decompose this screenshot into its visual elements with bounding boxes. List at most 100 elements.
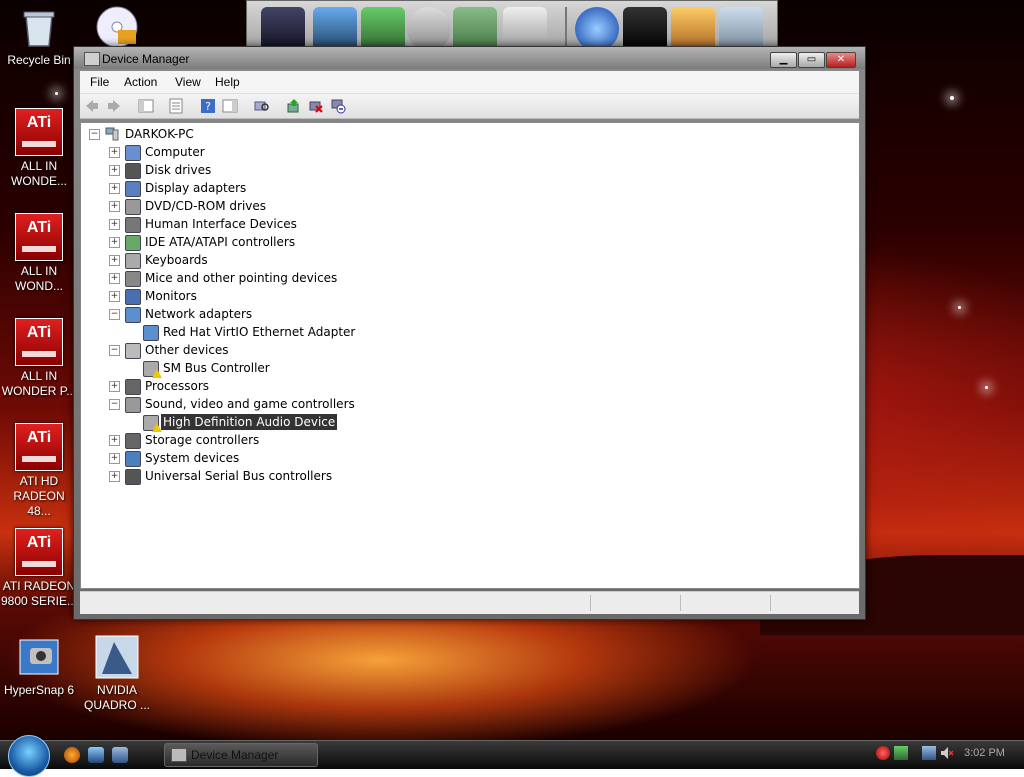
system-clock[interactable]: 3:02 PM xyxy=(964,747,1005,759)
menu-view[interactable]: View xyxy=(175,75,201,89)
tree-item-label: DVD/CD-ROM drives xyxy=(145,199,267,213)
maximize-button[interactable]: ▭ xyxy=(798,52,825,68)
expand-expander[interactable]: + xyxy=(109,273,120,284)
desktop-icon-all-in-wonder-pro[interactable]: ATi ALL IN WONDER P... xyxy=(0,318,78,399)
window-title: Device Manager xyxy=(102,52,190,66)
tree-item-label: SM Bus Controller xyxy=(163,361,270,375)
pictures-icon[interactable] xyxy=(453,7,497,51)
switch-windows-icon[interactable] xyxy=(112,747,128,763)
start-button[interactable] xyxy=(8,735,50,777)
documents-icon[interactable] xyxy=(361,7,405,51)
recycle-bin-icon[interactable] xyxy=(719,7,763,51)
status-bar xyxy=(80,591,859,614)
tree-item-label: Other devices xyxy=(145,343,229,357)
expand-expander[interactable]: + xyxy=(109,255,120,266)
expand-expander[interactable]: + xyxy=(109,471,120,482)
desktop-icon-label: Recycle Bin xyxy=(7,53,71,67)
scan-hardware-changes-icon[interactable] xyxy=(254,98,270,114)
svg-text:?: ? xyxy=(205,100,211,113)
show-hide-action-pane-icon[interactable] xyxy=(222,98,238,114)
display-tray-icon[interactable] xyxy=(922,746,936,760)
volume-muted-icon[interactable] xyxy=(940,746,954,760)
expand-expander[interactable]: + xyxy=(109,237,120,248)
desktop-icon-nvidia-quadro[interactable]: NVIDIA QUADRO ... xyxy=(78,634,156,713)
star xyxy=(958,306,961,309)
expand-expander[interactable]: + xyxy=(109,165,120,176)
forward-arrow-icon[interactable] xyxy=(106,98,122,114)
show-desktop-icon[interactable] xyxy=(88,747,104,763)
desktop-icon-label: ALL IN WONDE... xyxy=(11,159,67,188)
expand-expander[interactable]: + xyxy=(109,183,120,194)
tree-item-label: Human Interface Devices xyxy=(145,217,297,231)
disable-device-icon[interactable] xyxy=(330,98,346,114)
network-tray-icon[interactable] xyxy=(894,746,908,760)
expand-expander[interactable]: + xyxy=(109,453,120,464)
mouse-icon xyxy=(125,271,141,287)
expand-expander[interactable]: + xyxy=(109,147,120,158)
tree-item-label: Universal Serial Bus controllers xyxy=(145,469,333,483)
network-icon xyxy=(143,325,159,341)
expand-expander[interactable]: + xyxy=(109,219,120,230)
expand-expander[interactable]: + xyxy=(109,291,120,302)
star xyxy=(985,386,988,389)
firefox-icon[interactable] xyxy=(64,747,80,763)
tree-item-label: Keyboards xyxy=(145,253,208,267)
expand-expander[interactable]: + xyxy=(109,201,120,212)
star xyxy=(55,92,58,95)
storage-icon xyxy=(125,433,141,449)
desktop-icon-hypersnap[interactable]: HyperSnap 6 xyxy=(0,634,78,698)
taskbar-device-manager[interactable]: Device Manager xyxy=(164,743,318,767)
tree-item-label: Mice and other pointing devices xyxy=(145,271,338,285)
desktop-icon-label: NVIDIA QUADRO ... xyxy=(83,683,150,712)
update-driver-icon[interactable] xyxy=(286,98,302,114)
ati-radeon-icon: ATi xyxy=(15,528,63,576)
tree-item-label: IDE ATA/ATAPI controllers xyxy=(145,235,296,249)
title-bar[interactable]: Device Manager ▁ ▭ ✕ xyxy=(74,47,865,69)
back-arrow-icon[interactable] xyxy=(84,98,100,114)
dock-separator xyxy=(565,7,567,51)
collapse-expander[interactable]: − xyxy=(109,309,120,320)
ati-radeon-icon: ATi xyxy=(15,108,63,156)
uninstall-icon[interactable] xyxy=(308,98,324,114)
device-tree[interactable]: − DARKOK-PC + Computer + Disk drives + Displa… xyxy=(80,122,860,589)
ati-radeon-icon: ATi xyxy=(15,423,63,471)
show-hide-console-tree-icon[interactable] xyxy=(138,98,154,114)
close-button[interactable]: ✕ xyxy=(826,52,856,68)
device-manager-window[interactable]: Device Manager ▁ ▭ ✕ File Action View He… xyxy=(73,46,866,620)
hammer-icon[interactable] xyxy=(671,7,715,51)
tools-icon[interactable] xyxy=(503,7,547,51)
collapse-expander[interactable]: − xyxy=(89,129,100,140)
menu-help[interactable]: Help xyxy=(215,75,240,89)
expand-expander[interactable]: + xyxy=(109,435,120,446)
tree-root-label: DARKOK-PC xyxy=(125,127,194,141)
tree-item-label: Monitors xyxy=(145,289,197,303)
desktop-icon-recycle-bin[interactable]: Recycle Bin xyxy=(0,4,78,68)
desktop-icon-all-in-wonder-1[interactable]: ATi ALL IN WONDE... xyxy=(0,108,78,189)
device-manager-taskbar-icon xyxy=(171,748,187,762)
help-icon[interactable]: ? xyxy=(200,98,216,114)
collapse-expander[interactable]: − xyxy=(109,399,120,410)
ide-icon xyxy=(125,235,141,251)
processor-icon xyxy=(125,379,141,395)
disk-icon xyxy=(125,163,141,179)
dvd-icon xyxy=(125,199,141,215)
taskbar: Device Manager 3:02 PM xyxy=(0,735,1024,777)
desktop-icon-ati-radeon-9800[interactable]: ATi ATI RADEON 9800 SERIE... xyxy=(0,528,78,609)
cd-icon[interactable] xyxy=(407,7,451,51)
minimize-button[interactable]: ▁ xyxy=(770,52,797,68)
dvd-disc-icon xyxy=(94,4,140,50)
tree-item-label: Display adapters xyxy=(145,181,247,195)
desktop-icon-ati-hd-radeon[interactable]: ATi ATI HD RADEON 48... xyxy=(0,423,78,519)
menu-file[interactable]: File xyxy=(90,75,109,89)
security-alert-icon[interactable] xyxy=(876,746,890,760)
globe-icon[interactable] xyxy=(575,7,619,51)
properties-icon[interactable] xyxy=(168,98,184,114)
tshirt-icon[interactable] xyxy=(623,7,667,51)
expand-expander[interactable]: + xyxy=(109,381,120,392)
desktop-icon-all-in-wonder-2[interactable]: ATi ALL IN WOND... xyxy=(0,213,78,294)
hid-icon xyxy=(125,217,141,233)
monitor-icon[interactable] xyxy=(261,7,305,51)
network-computer-icon[interactable] xyxy=(313,7,357,51)
collapse-expander[interactable]: − xyxy=(109,345,120,356)
menu-action[interactable]: Action xyxy=(124,75,157,89)
